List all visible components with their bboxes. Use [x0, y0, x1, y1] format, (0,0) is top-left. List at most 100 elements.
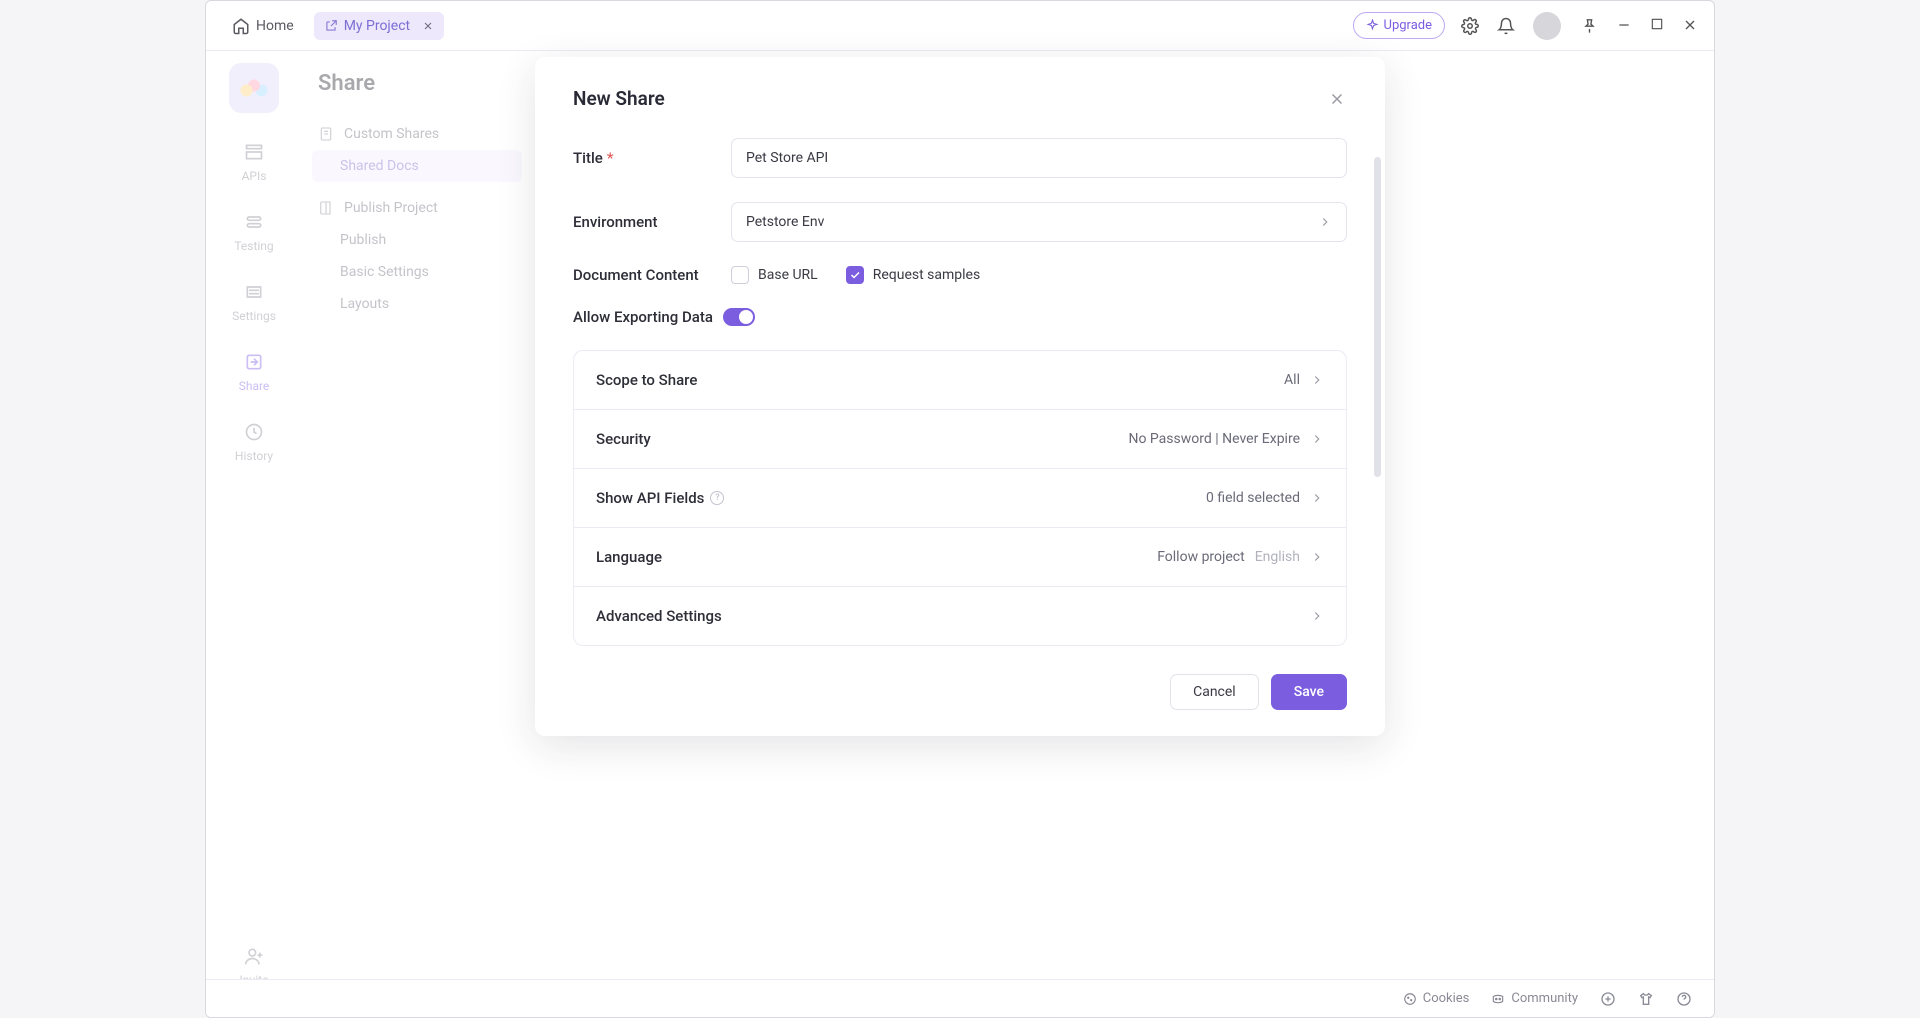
- nav-apis-label: APIs: [242, 169, 267, 183]
- label-environment: Environment: [573, 213, 731, 231]
- settings-icon: [243, 281, 265, 303]
- sidebar-item-publish[interactable]: Publish: [312, 224, 522, 256]
- tab-close-icon[interactable]: [422, 20, 434, 32]
- setting-security[interactable]: Security No Password | Never Expire: [574, 410, 1346, 469]
- nav-history[interactable]: History: [235, 421, 273, 463]
- app-logo[interactable]: [229, 63, 279, 113]
- label-document-content: Document Content: [573, 266, 731, 284]
- page-title: Share: [312, 71, 522, 96]
- checkbox-base-url-label: Base URL: [758, 267, 818, 283]
- setting-security-value: No Password | Never Expire: [1128, 431, 1324, 447]
- cookie-icon: [1403, 992, 1417, 1006]
- chevron-right-icon: [1310, 550, 1324, 564]
- title-input[interactable]: [731, 138, 1347, 178]
- label-allow-export: Allow Exporting Data: [573, 308, 713, 326]
- nav-apis[interactable]: APIs: [242, 141, 267, 183]
- nav-settings-label: Settings: [232, 309, 276, 323]
- save-button[interactable]: Save: [1271, 674, 1347, 710]
- setting-advanced-value: [1310, 609, 1324, 623]
- home-icon: [232, 17, 250, 35]
- sidebar-group-publish-project[interactable]: Publish Project: [312, 192, 522, 224]
- upgrade-button[interactable]: Upgrade: [1353, 12, 1445, 39]
- sidebar-item-shared-docs[interactable]: Shared Docs: [312, 150, 522, 182]
- modal-scrollbar[interactable]: [1374, 157, 1381, 477]
- checkbox-base-url[interactable]: Base URL: [731, 266, 818, 284]
- apis-icon: [243, 141, 265, 163]
- statusbar-community[interactable]: Community: [1491, 991, 1578, 1006]
- gear-icon[interactable]: [1461, 17, 1479, 35]
- nav-history-label: History: [235, 449, 273, 463]
- share-icon: [243, 351, 265, 373]
- field-title-row: Title *: [573, 138, 1347, 178]
- tab-project-label: My Project: [344, 18, 410, 34]
- label-title: Title *: [573, 149, 731, 167]
- checkbox-box-checked: [846, 266, 864, 284]
- maximize-icon[interactable]: [1650, 17, 1664, 34]
- nav-testing-label: Testing: [234, 239, 273, 253]
- statusbar-add[interactable]: [1600, 991, 1616, 1007]
- checkbox-request-samples[interactable]: Request samples: [846, 266, 980, 284]
- book-icon: [318, 200, 334, 216]
- external-link-icon: [324, 19, 338, 33]
- checkbox-box: [731, 266, 749, 284]
- nav-share[interactable]: Share: [239, 351, 270, 393]
- tab-home[interactable]: Home: [222, 11, 304, 41]
- modal-header: New Share: [573, 87, 1347, 110]
- bell-icon[interactable]: [1497, 17, 1515, 35]
- cancel-button[interactable]: Cancel: [1170, 674, 1259, 710]
- testing-icon: [243, 211, 265, 233]
- topbar-actions: [1461, 12, 1561, 40]
- settings-group: Scope to Share All Security No Password …: [573, 350, 1347, 646]
- pin-icon[interactable]: [1581, 17, 1598, 34]
- chevron-right-icon: [1310, 373, 1324, 387]
- nav-share-label: Share: [239, 379, 270, 393]
- setting-scope-value: All: [1284, 372, 1324, 388]
- modal-title: New Share: [573, 87, 665, 110]
- statusbar-cookies[interactable]: Cookies: [1403, 991, 1470, 1006]
- setting-advanced-label: Advanced Settings: [596, 607, 722, 625]
- invite-icon: [243, 945, 265, 967]
- sidebar-item-basic-settings[interactable]: Basic Settings: [312, 256, 522, 288]
- setting-scope-label: Scope to Share: [596, 371, 697, 389]
- nav-testing[interactable]: Testing: [234, 211, 273, 253]
- tab-project[interactable]: My Project: [314, 12, 444, 40]
- close-icon[interactable]: [1682, 17, 1698, 34]
- statusbar-shirt[interactable]: [1638, 991, 1654, 1007]
- avatar[interactable]: [1533, 12, 1561, 40]
- statusbar-help[interactable]: [1676, 991, 1692, 1007]
- discord-icon: [1491, 992, 1505, 1006]
- nav-settings[interactable]: Settings: [232, 281, 276, 323]
- setting-security-label: Security: [596, 430, 651, 448]
- field-document-content-row: Document Content Base URL Request sample…: [573, 266, 1347, 284]
- checkbox-request-samples-label: Request samples: [873, 267, 980, 283]
- publish-project-label: Publish Project: [344, 200, 438, 216]
- field-allow-export-row: Allow Exporting Data: [573, 308, 1347, 326]
- topbar: Home My Project Upgrade: [206, 1, 1714, 51]
- info-icon: ?: [710, 491, 724, 505]
- setting-advanced[interactable]: Advanced Settings: [574, 587, 1346, 645]
- status-bar: Cookies Community: [206, 979, 1714, 1017]
- modal-footer: Cancel Save: [573, 674, 1347, 710]
- nav-rail: APIs Testing Settings Share History Invi…: [206, 51, 302, 1017]
- sparkle-icon: [1366, 19, 1379, 32]
- doc-icon: [318, 126, 334, 142]
- allow-export-toggle[interactable]: [723, 308, 755, 326]
- sidebar-group-custom-shares[interactable]: Custom Shares: [312, 118, 522, 150]
- chevron-right-icon: [1310, 609, 1324, 623]
- sidebar-item-layouts[interactable]: Layouts: [312, 288, 522, 320]
- setting-language-value: Follow project English: [1157, 549, 1324, 565]
- environment-select[interactable]: Petstore Env: [731, 202, 1347, 242]
- minimize-icon[interactable]: [1616, 17, 1632, 34]
- window-controls: [1581, 17, 1698, 34]
- modal-close-button[interactable]: [1327, 89, 1347, 109]
- setting-language[interactable]: Language Follow project English: [574, 528, 1346, 587]
- new-share-modal: New Share Title * Environment Petstore E…: [535, 57, 1385, 736]
- chevron-right-icon: [1318, 215, 1332, 229]
- setting-scope[interactable]: Scope to Share All: [574, 351, 1346, 410]
- secondary-sidebar: Share Custom Shares Shared Docs Publish …: [302, 51, 532, 1017]
- setting-api-fields-label: Show API Fields ?: [596, 489, 724, 507]
- chevron-right-icon: [1310, 491, 1324, 505]
- environment-value: Petstore Env: [746, 214, 824, 230]
- setting-api-fields[interactable]: Show API Fields ? 0 field selected: [574, 469, 1346, 528]
- upgrade-label: Upgrade: [1384, 18, 1432, 33]
